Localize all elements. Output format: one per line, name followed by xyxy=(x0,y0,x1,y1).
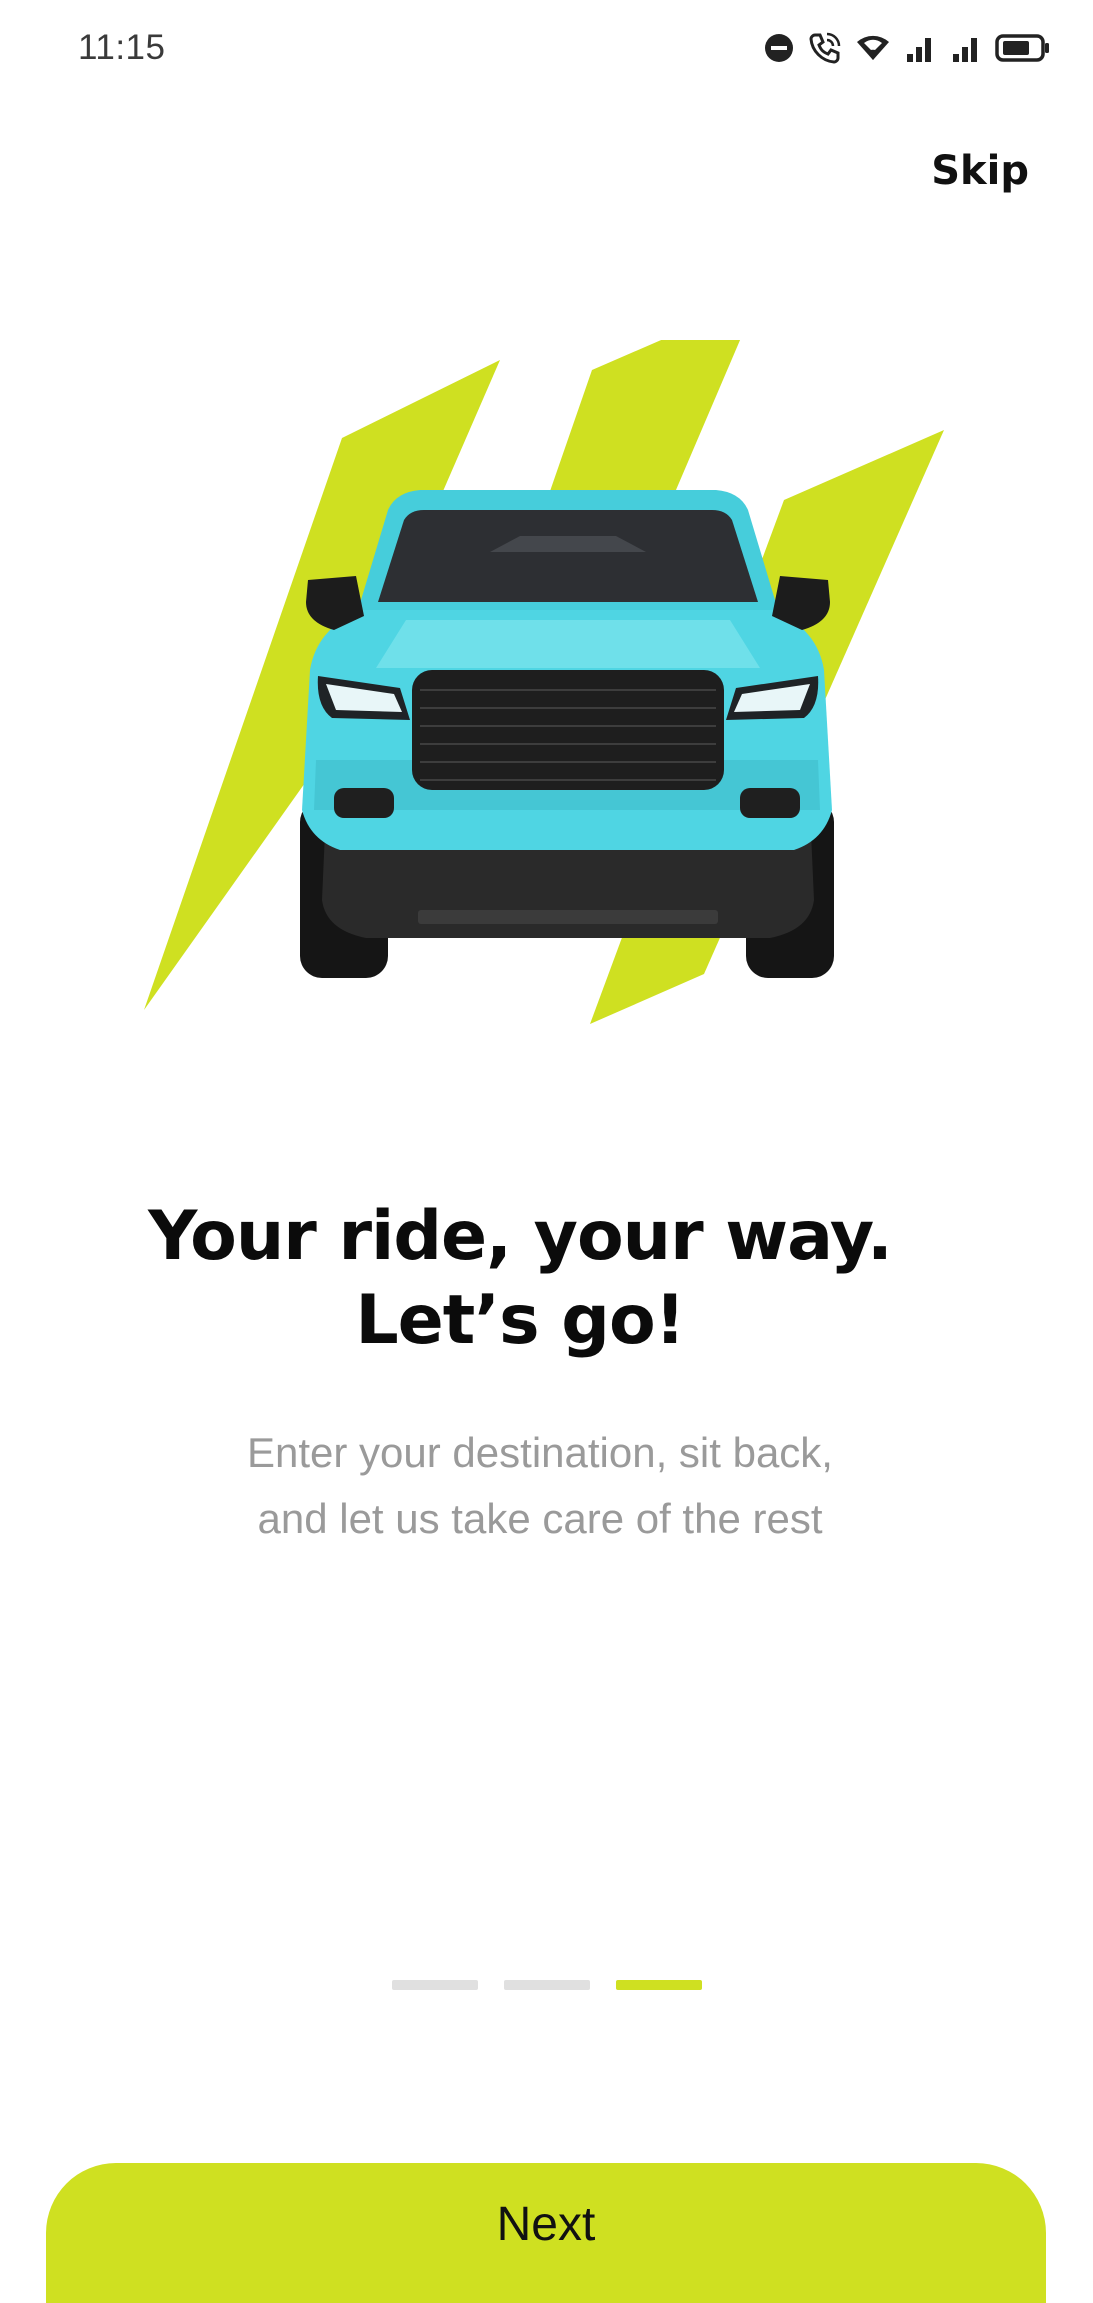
page-dot-2 xyxy=(504,1980,590,1990)
page-dot-3-active xyxy=(616,1980,702,1990)
headline-line-2: Let’s go! xyxy=(355,1281,685,1360)
description-line-1: Enter your destination, sit back, xyxy=(247,1429,833,1476)
onboarding-description: Enter your destination, sit back, and le… xyxy=(0,1420,1080,1552)
dnd-icon xyxy=(765,33,793,62)
page-dot-1 xyxy=(392,1980,478,1990)
car-icon xyxy=(144,340,944,1024)
signal-icon xyxy=(907,37,931,62)
status-bar: 11:15 xyxy=(0,0,1093,95)
signal-icon xyxy=(953,37,977,62)
description-line-2: and let us take care of the rest xyxy=(257,1495,823,1542)
onboarding-screen: 11:15 Skip Your ride, your way. Let’s go… xyxy=(0,0,1093,2303)
headline-line-1: Your ride, your way. xyxy=(148,1197,893,1276)
battery-icon xyxy=(995,33,1049,62)
status-time: 11:15 xyxy=(78,27,166,67)
page-indicator xyxy=(392,1980,702,1990)
call-icon xyxy=(809,32,841,64)
skip-button[interactable]: Skip xyxy=(931,148,1029,194)
hero-illustration xyxy=(120,340,1000,1040)
onboarding-headline: Your ride, your way. Let’s go! xyxy=(0,1195,1040,1363)
status-icons xyxy=(763,30,1051,66)
wifi-icon xyxy=(857,35,889,60)
next-button[interactable]: Next xyxy=(46,2163,1046,2303)
